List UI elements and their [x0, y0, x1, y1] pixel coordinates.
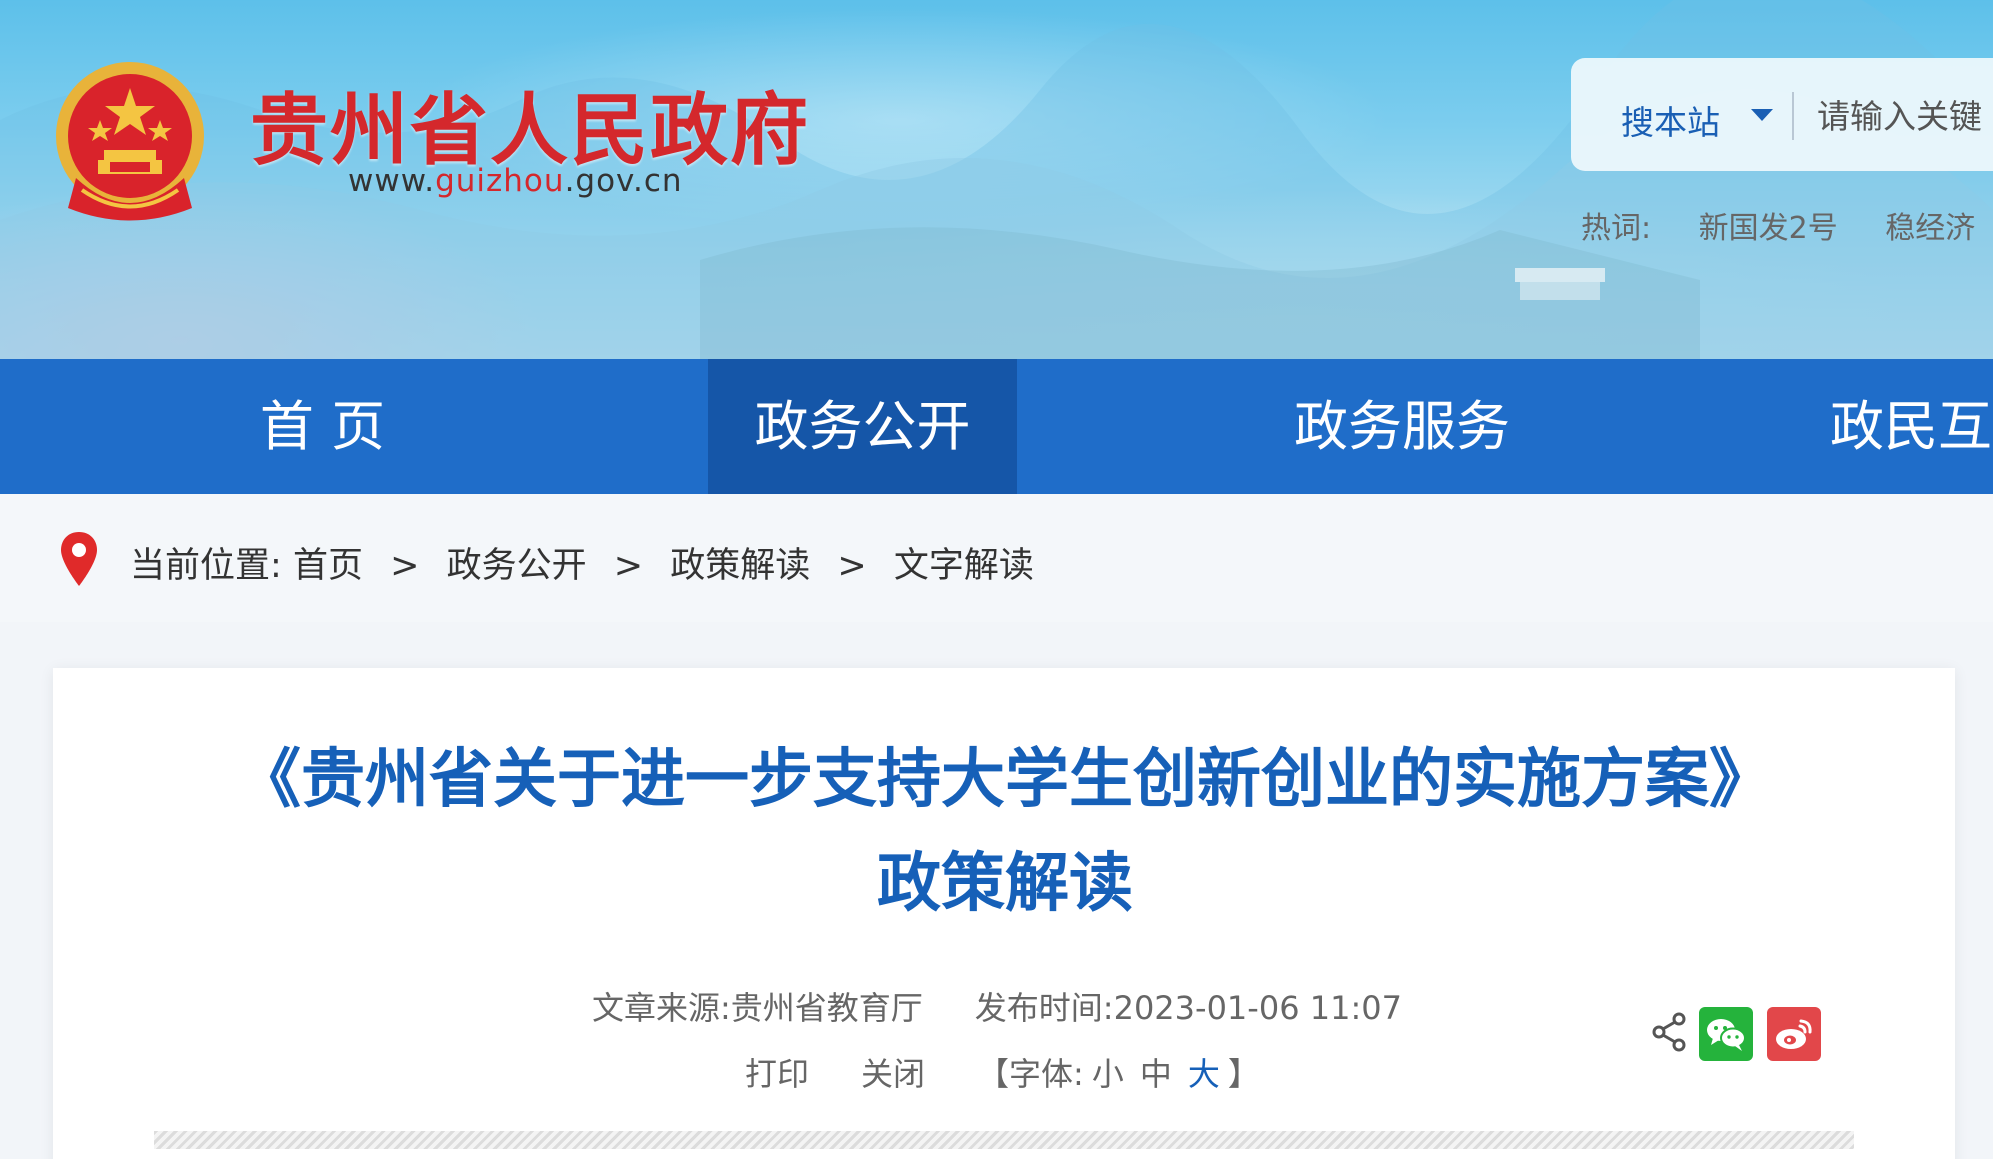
article-tools: 打印 关闭 【字体: 小中大】 — [745, 1049, 1260, 1095]
article-title: 《贵州省关于进一步支持大学生创新创业的实施方案》 政策解读 — [0, 728, 1993, 936]
chevron-down-icon[interactable] — [1751, 109, 1773, 121]
print-link[interactable]: 打印 — [745, 1055, 809, 1093]
font-size-small[interactable]: 小 — [1092, 1055, 1124, 1093]
share-icon[interactable] — [1651, 1012, 1687, 1052]
site-url-highlight: guizhou — [435, 163, 565, 199]
site-url-prefix: www. — [348, 163, 436, 199]
site-url[interactable]: www.guizhou.gov.cn — [348, 163, 683, 199]
breadcrumb-link-text-interpretation[interactable]: 文字解读 — [894, 546, 1034, 586]
search-box: 搜本站 — [1571, 58, 1993, 171]
breadcrumb: 当前位置: 首页 > 政务公开 > 政策解读 > 文字解读 — [130, 537, 1034, 588]
wechat-icon — [1707, 1019, 1746, 1051]
search-scope-select[interactable]: 搜本站 — [1621, 96, 1720, 144]
font-size-label-open: 【字体: — [977, 1055, 1084, 1093]
nav-item-gov-services[interactable]: 政务服务 — [1217, 359, 1587, 494]
weibo-icon — [1776, 1019, 1812, 1049]
breadcrumb-link-policy-interpretation[interactable]: 政策解读 — [670, 546, 810, 586]
font-size-medium[interactable]: 中 — [1140, 1055, 1172, 1093]
hotwords-label: 热词: — [1581, 211, 1652, 246]
font-size-label-close: 】 — [1227, 1055, 1260, 1093]
hotword-link[interactable]: 稳经济 — [1885, 211, 1975, 246]
weibo-share-button[interactable] — [1767, 1007, 1821, 1061]
article-publish-time: 发布时间:2023-01-06 11:07 — [974, 989, 1402, 1027]
breadcrumb-separator: > — [613, 546, 644, 586]
close-link[interactable]: 关闭 — [861, 1055, 925, 1093]
main-nav: 首 页 政务公开 政务服务 政民互 — [0, 359, 1993, 494]
search-input[interactable] — [1817, 88, 1993, 144]
breadcrumb-link-home[interactable]: 首页 — [293, 546, 363, 586]
header-banner: 贵州省人民政府 www.guizhou.gov.cn 搜本站 热词: 新国发2号… — [0, 0, 1993, 359]
national-emblem-icon — [56, 62, 204, 221]
article-title-line2: 政策解读 — [877, 846, 1133, 921]
search-separator — [1792, 92, 1794, 140]
font-size-large[interactable]: 大 — [1188, 1055, 1220, 1093]
site-url-suffix: .gov.cn — [564, 163, 683, 199]
article-meta: 文章来源:贵州省教育厅 发布时间:2023-01-06 11:07 — [592, 983, 1402, 1029]
wechat-share-button[interactable] — [1699, 1007, 1753, 1061]
hotword-link[interactable]: 新国发2号 — [1699, 211, 1838, 246]
breadcrumb-link-gov-affairs-open[interactable]: 政务公开 — [447, 546, 587, 586]
article-source: 文章来源:贵州省教育厅 — [592, 989, 923, 1027]
nav-item-interaction[interactable]: 政民互 — [1830, 359, 1993, 494]
article-title-line1: 《贵州省关于进一步支持大学生创新创业的实施方案》 — [237, 742, 1773, 817]
nav-item-gov-affairs-open[interactable]: 政务公开 — [708, 359, 1017, 494]
breadcrumb-prefix: 当前位置: — [130, 546, 282, 586]
hotwords: 热词: 新国发2号 稳经济 — [1581, 203, 1993, 247]
article-divider — [154, 1131, 1854, 1149]
nav-item-home[interactable]: 首 页 — [0, 359, 645, 494]
breadcrumb-separator: > — [390, 546, 420, 586]
location-pin-icon — [61, 532, 97, 586]
breadcrumb-separator: > — [837, 546, 867, 586]
